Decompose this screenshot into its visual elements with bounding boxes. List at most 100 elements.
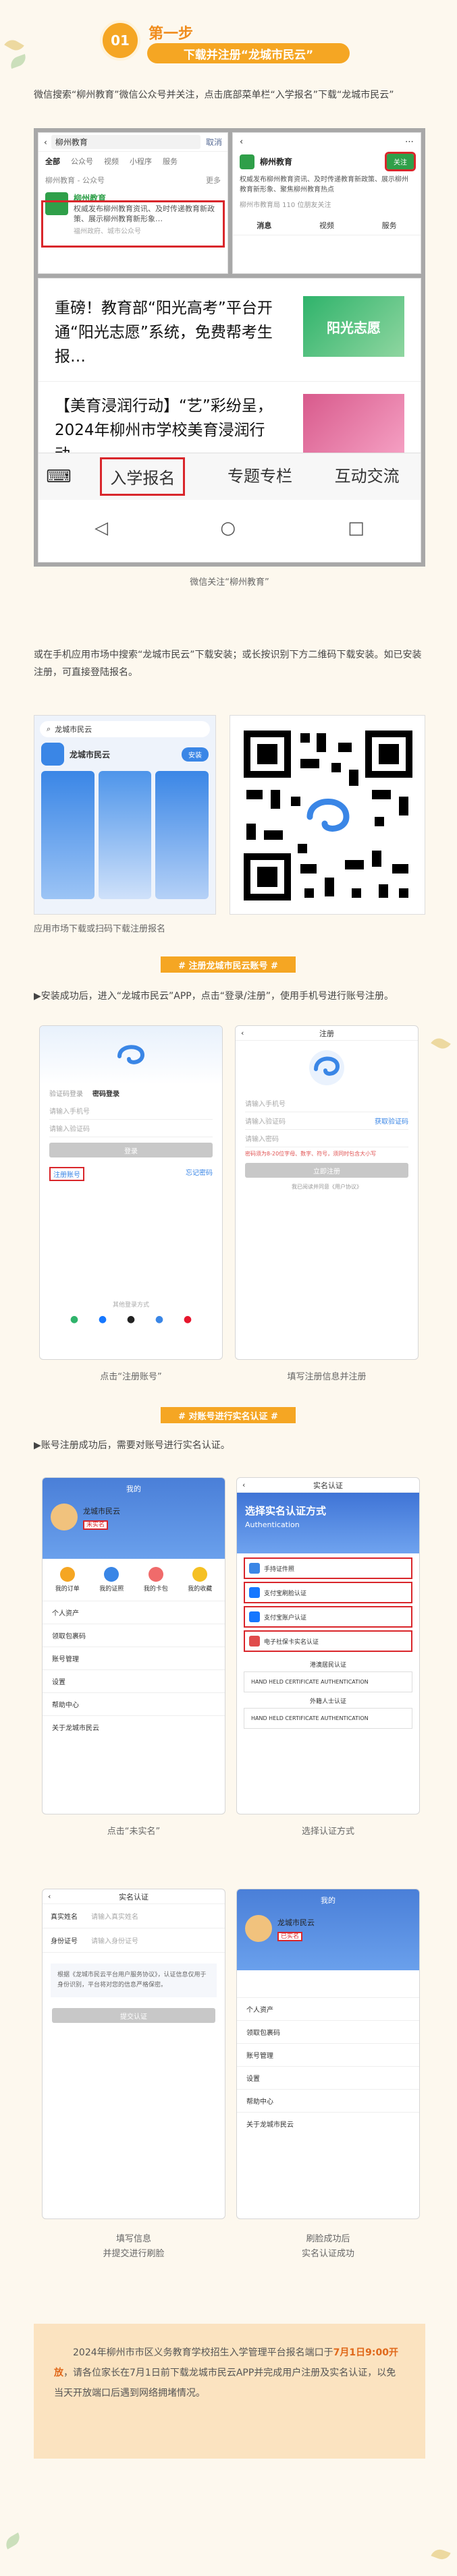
leaf-decoration [431,2546,451,2563]
shortcut-label: 我的订单 [55,1586,80,1593]
list-item[interactable]: 关于龙城市民云 [237,2112,419,2135]
menu-interact[interactable]: 互动交流 [335,457,400,496]
appstore-search[interactable]: ⌕ 龙城市民云 [40,721,210,737]
wechat-login-icon[interactable]: ● [70,1314,78,1325]
back-icon[interactable]: ‹ [48,1892,51,1901]
list-item[interactable]: 个人资产 [237,1997,419,2020]
alipay-login-icon[interactable]: ● [99,1314,107,1325]
foreign-section-title: 外籍人士认证 [309,1698,346,1705]
tab-videos[interactable]: 视频 [104,156,119,167]
phone-field[interactable]: 请输入手机号 [245,1095,408,1112]
list-item[interactable]: 个人资产 [43,1601,225,1624]
back-icon[interactable]: ‹ [240,137,243,147]
caption-click-register: 点击“注册账号” [100,1372,162,1382]
option-label: 支付宝账户认证 [264,1614,307,1622]
login-button[interactable]: 登录 [49,1143,213,1157]
step-title: 下载并注册“龙城市民云” [147,43,350,63]
social-card-icon [249,1636,260,1647]
phone-field[interactable]: 请输入手机号 [49,1102,213,1120]
shortcut-orders[interactable]: 我的订单 [55,1567,80,1593]
favorites-icon [192,1567,208,1582]
list-item[interactable]: 帮助中心 [43,1692,225,1715]
code-field[interactable]: 请输入验证码 获取验证码 [245,1112,408,1130]
hk-auth-card[interactable]: HAND HELD CERTIFICATE AUTHENTICATION [244,1671,412,1692]
back-icon[interactable]: ‹ [44,138,47,147]
profile-logo-icon [240,154,254,169]
app-logo-icon [41,743,64,766]
submit-register-button[interactable]: 立即注册 [245,1163,408,1178]
more-icon[interactable]: ⋯ [405,137,414,147]
tab-miniapps[interactable]: 小程序 [130,156,152,167]
list-item[interactable]: 账号管理 [43,1647,225,1669]
tab-password-login[interactable]: 密码登录 [92,1088,119,1098]
install-button[interactable]: 安装 [182,747,209,762]
other-login-icon[interactable]: ● [127,1314,135,1325]
id-input[interactable]: 请输入身份证号 [91,1935,138,1945]
verify-form-screen: ‹ 实名认证 真实姓名 请输入真实姓名 身份证号 请输入身份证号 根据《龙城市民… [42,1889,225,2219]
menu-topics[interactable]: 专题专栏 [227,457,292,496]
list-item[interactable]: 设置 [43,1669,225,1692]
caption-choose-method: 选择认证方式 [301,1827,354,1837]
verify-option[interactable]: 电子社保卡实名认证 [244,1630,412,1652]
avatar[interactable] [51,1504,78,1530]
tab-services[interactable]: 服务 [163,156,178,167]
tab-accounts[interactable]: 公众号 [71,156,93,167]
agreement-checkbox[interactable]: 我已阅读并同意《用户协议》 [236,1183,418,1191]
follow-button[interactable]: 关注 [385,152,416,171]
wechat-screenshot-frame: ‹ 柳州教育 取消 全部 公众号 视频 小程序 服务 柳州教育 - 公众号 更多… [34,128,425,567]
list-item[interactable]: 设置 [237,2066,419,2089]
foreign-auth-card[interactable]: HAND HELD CERTIFICATE AUTHENTICATION [244,1708,412,1729]
caption-verify-success: 实名认证成功 [301,2249,354,2259]
verify-option[interactable]: 支付宝账户认证 [244,1606,412,1628]
mine-list: 个人资产 领取包裹码 账号管理 设置 帮助中心 关于龙城市民云 [43,1601,225,1738]
code-field[interactable]: 请输入验证码 [49,1120,213,1137]
get-code-button[interactable]: 获取验证码 [375,1116,408,1126]
register-title: 注册 [319,1029,334,1038]
register-link[interactable]: 注册账号 [49,1167,84,1181]
option-label: 电子社保卡实名认证 [264,1638,319,1646]
tab-videos[interactable]: 视频 [319,220,334,231]
weibo-login-icon[interactable]: ● [184,1314,192,1325]
tab-messages[interactable]: 消息 [257,220,271,231]
tab-services[interactable]: 服务 [382,220,397,231]
menu-enroll[interactable]: 入学报名 [100,457,186,496]
app-logo-icon [117,1045,145,1064]
verified-screen: 我的 龙城市民云 已实名 个人资产 领取包裹码 账号管理 设置 帮助中心 关于龙… [236,1889,420,2219]
submit-verify-button[interactable]: 提交认证 [52,2008,215,2023]
verify-option[interactable]: 支付宝刷脸认证 [244,1582,412,1603]
recent-nav-icon[interactable]: □ [348,518,365,538]
forgot-link[interactable]: 忘记密码 [186,1167,213,1181]
shortcut-licenses[interactable]: 我的证照 [99,1567,124,1593]
search-input[interactable]: 柳州教育 [51,135,200,149]
back-nav-icon[interactable]: ◁ [95,518,108,538]
unverified-badge[interactable]: 未实名 [83,1520,109,1530]
home-nav-icon[interactable]: ○ [220,518,236,538]
id-card-icon [249,1563,260,1574]
list-item[interactable]: 帮助中心 [237,2089,419,2112]
back-icon[interactable]: ‹ [242,1481,245,1489]
list-item[interactable]: 领取包裹码 [237,2020,419,2043]
tab-code-login[interactable]: 验证码登录 [49,1088,83,1098]
name-input[interactable]: 请输入真实姓名 [91,1911,138,1921]
app-preview-images [41,771,209,899]
list-item[interactable]: 关于龙城市民云 [43,1715,225,1738]
more-link[interactable]: 更多 [206,175,221,185]
verify-option[interactable]: 手持证件照 [244,1557,412,1579]
avatar[interactable] [245,1915,272,1942]
shortcut-cards[interactable]: 我的卡包 [144,1567,168,1593]
keyboard-icon[interactable]: ⌨ [38,467,79,487]
back-icon[interactable]: ‹ [241,1029,244,1037]
wechat-article-panel: 重磅！教育部“阳光高考”平台开通“阳光志愿”系统，免费帮考生报… 阳光志愿 【美… [38,278,421,563]
mine-title: 我的 [321,1896,335,1905]
shortcut-favorites[interactable]: 我的收藏 [188,1567,212,1593]
banner-title: 选择实名认证方式 [245,1505,327,1517]
password-field[interactable]: 请输入密码 [245,1130,408,1147]
leaf-decoration [3,2532,23,2550]
cards-icon [148,1567,163,1582]
list-item[interactable]: 领取包裹码 [43,1624,225,1647]
cancel-button[interactable]: 取消 [206,136,222,148]
list-item[interactable]: 账号管理 [237,2043,419,2066]
tab-all[interactable]: 全部 [45,156,60,167]
article-item[interactable]: 重磅！教育部“阳光高考”平台开通“阳光志愿”系统，免费帮考生报… 阳光志愿 [38,279,421,382]
more-login-icon[interactable]: ● [155,1314,163,1325]
